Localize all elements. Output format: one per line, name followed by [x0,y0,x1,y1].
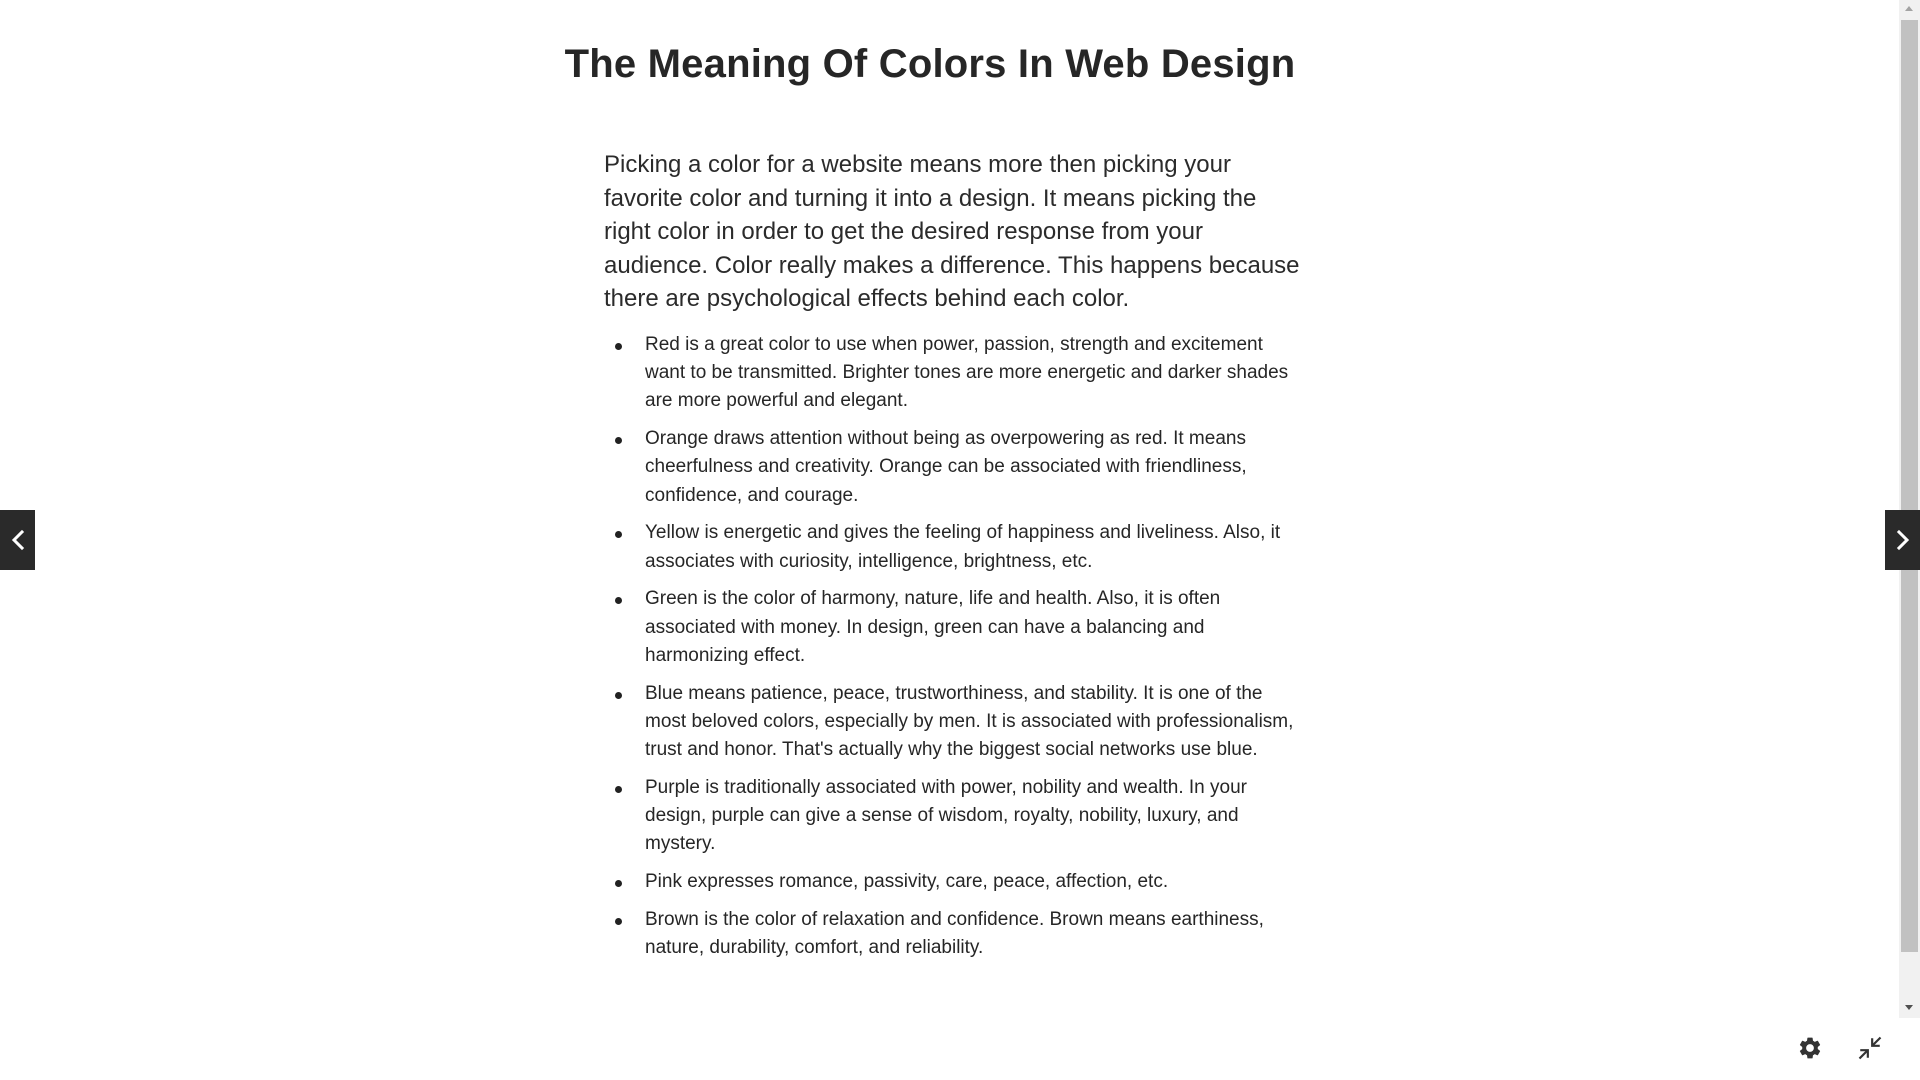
bullet-icon [615,917,622,925]
reader-toolbar [0,1018,1920,1080]
list-item-purple: Purple is traditionally associated with … [604,774,1304,859]
bullet-icon [615,691,622,699]
gear-icon [1799,1037,1821,1059]
reader-viewport: The Meaning Of Colors In Web Design Pick… [0,0,1899,1018]
chevron-left-icon [11,529,24,551]
list-item-brown: Brown is the color of relaxation and con… [604,906,1304,962]
scrollbar-thumb[interactable] [1901,20,1918,952]
list-item-yellow: Yellow is energetic and gives the feelin… [604,519,1304,575]
bullet-icon [615,531,622,539]
list-item-blue: Blue means patience, peace, trustworthin… [604,680,1304,765]
list-item-text: Purple is traditionally associated with … [645,776,1247,855]
list-item-pink: Pink expresses romance, passivity, care,… [604,868,1304,896]
chevron-right-icon [1896,529,1909,551]
bullet-icon [615,597,622,605]
list-item-text: Orange draws attention without being as … [645,428,1247,506]
scroll-up-arrow-icon[interactable] [1905,6,1913,11]
list-item-text: Yellow is energetic and gives the feelin… [645,522,1281,572]
intro-paragraph: Picking a color for a website means more… [604,151,1300,312]
list-item-green: Green is the color of harmony, nature, l… [604,585,1304,670]
list-item-text: Pink expresses romance, passivity, care,… [645,871,1169,893]
list-item-text: Red is a great color to use when power, … [645,334,1289,412]
exit-fullscreen-icon [1858,1036,1882,1060]
previous-page-button[interactable] [0,510,35,570]
settings-button[interactable] [1795,1033,1825,1063]
color-meaning-list: Red is a great color to use when power, … [604,331,1304,972]
bullet-icon [615,785,622,793]
bullet-icon [615,880,622,888]
list-item-orange: Orange draws attention without being as … [604,425,1304,510]
list-item-text: Blue means patience, peace, trustworthin… [645,682,1294,761]
list-item-text: Green is the color of harmony, nature, l… [645,588,1221,666]
vertical-scrollbar[interactable] [1899,0,1920,1018]
list-item-text: Brown is the color of relaxation and con… [645,908,1264,959]
scroll-down-arrow-icon[interactable] [1905,1005,1913,1010]
exit-fullscreen-button[interactable] [1855,1033,1885,1063]
next-page-button[interactable] [1885,510,1920,570]
bullet-icon [615,343,622,350]
list-item-red: Red is a great color to use when power, … [604,331,1304,416]
bullet-icon [615,437,622,445]
page-title: The Meaning Of Colors In Web Design [564,42,1296,86]
